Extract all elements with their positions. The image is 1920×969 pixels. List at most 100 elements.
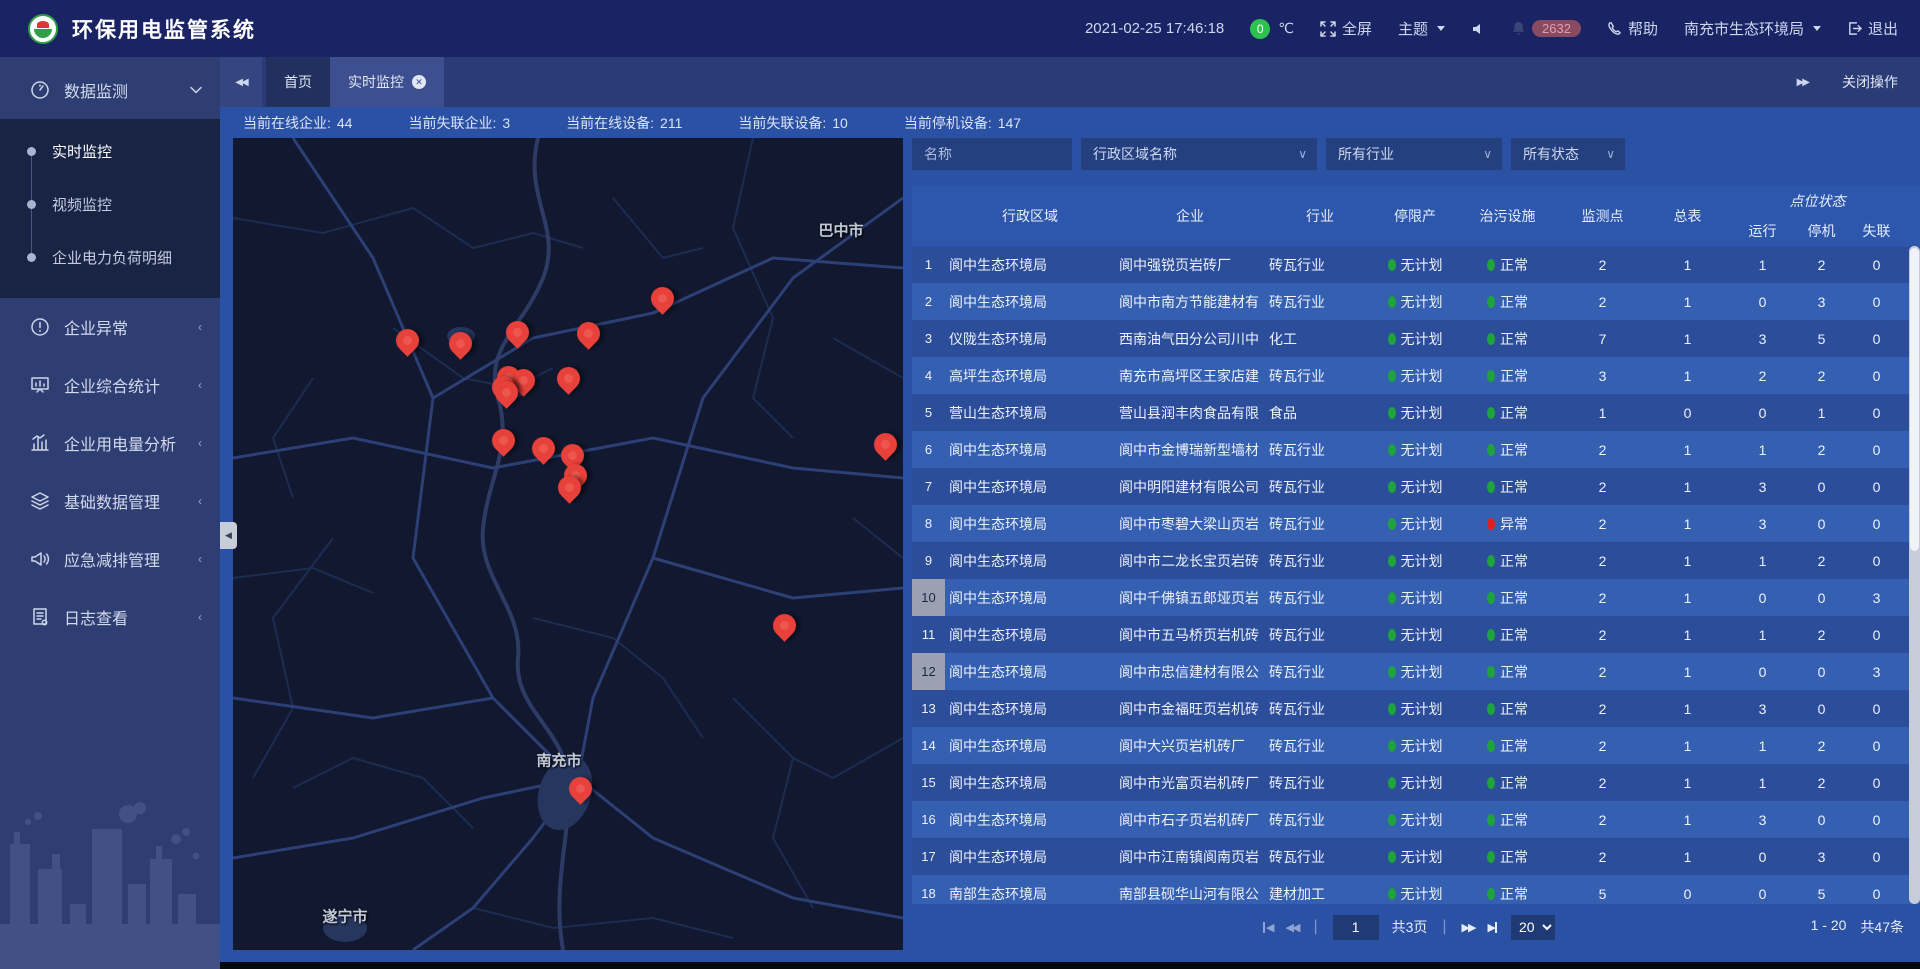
gauge-icon	[30, 80, 50, 100]
facility-status: 异常	[1455, 514, 1560, 534]
stop-status: 无计划	[1375, 847, 1455, 867]
notifications[interactable]: 2632	[1511, 20, 1581, 37]
sidebar-item-power-load-detail[interactable]: 企业电力负荷明细	[0, 231, 220, 284]
sound-button[interactable]	[1471, 22, 1485, 36]
table-row[interactable]: 12阆中生态环境局阆中市忠信建材有限公砖瓦行业无计划正常21003	[912, 653, 1920, 690]
stop-status: 无计划	[1375, 329, 1455, 349]
chevron-left-icon: ‹	[198, 436, 202, 450]
prev-page-button[interactable]: ◀◀	[1286, 921, 1299, 934]
table-row[interactable]: 8阆中生态环境局阆中市枣碧大梁山页岩砖瓦行业无计划异常21300	[912, 505, 1920, 542]
status-dot-icon	[1487, 666, 1495, 678]
total-pages: 共3页	[1392, 917, 1428, 937]
table-row[interactable]: 17阆中生态环境局阆中市江南镇阆南页岩砖瓦行业无计划正常21030	[912, 838, 1920, 875]
row-number: 18	[912, 875, 945, 904]
sidebar-submenu: 实时监控 视频监控 企业电力负荷明细	[0, 119, 220, 298]
stop-status: 无计划	[1375, 736, 1455, 756]
sidebar-item-enterprise-statistics[interactable]: 企业综合统计 ‹	[0, 356, 220, 414]
sidebar-collapse-handle[interactable]: ◀	[220, 522, 237, 549]
table-row[interactable]: 9阆中生态环境局阆中市二龙长宝页岩砖砖瓦行业无计划正常21120	[912, 542, 1920, 579]
facility-status: 正常	[1455, 810, 1560, 830]
table-row[interactable]: 10阆中生态环境局阆中千佛镇五郎垭页岩砖瓦行业无计划正常21003	[912, 579, 1920, 616]
logout-button[interactable]: 退出	[1847, 18, 1898, 39]
col-halt: 停机	[1795, 216, 1848, 246]
status-dot-icon	[1388, 518, 1396, 530]
sidebar-item-log-view[interactable]: 日志查看 ‹	[0, 588, 220, 646]
table-row[interactable]: 4高坪生态环境局南充市高坪区王家店建砖瓦行业无计划正常31220	[912, 357, 1920, 394]
notification-badge: 2632	[1532, 20, 1581, 37]
theme-dropdown[interactable]: 主题	[1398, 18, 1445, 39]
status-dot-icon	[1388, 444, 1396, 456]
region-filter-select[interactable]: 行政区域名称 ∨	[1081, 138, 1317, 170]
next-page-button[interactable]: ▶▶	[1462, 921, 1475, 934]
sidebar-item-enterprise-abnormal[interactable]: 企业异常 ‹	[0, 298, 220, 356]
stop-status: 无计划	[1375, 625, 1455, 645]
name-filter-input[interactable]	[924, 146, 1060, 162]
table-scrollbar[interactable]	[1909, 246, 1920, 904]
table-row[interactable]: 16阆中生态环境局阆中市石子页岩机砖厂砖瓦行业无计划正常21300	[912, 801, 1920, 838]
table-row[interactable]: 5营山生态环境局营山县润丰肉食品有限食品无计划正常10010	[912, 394, 1920, 431]
row-number: 15	[912, 764, 945, 801]
sidebar-item-realtime-monitoring[interactable]: 实时监控	[0, 125, 220, 178]
presentation-chart-icon	[30, 375, 50, 395]
facility-status: 正常	[1455, 551, 1560, 571]
status-dot-icon	[1388, 814, 1396, 826]
stat-item: 当前停机设备:147	[904, 113, 1021, 133]
help-button[interactable]: 帮助	[1607, 18, 1658, 39]
first-page-button[interactable]: ◀	[1262, 921, 1272, 934]
industry-filter-select[interactable]: 所有行业 ∨	[1326, 138, 1502, 170]
user-dropdown[interactable]: 南充市生态环境局	[1684, 18, 1821, 39]
table-row[interactable]: 7阆中生态环境局阆中明阳建材有限公司砖瓦行业无计划正常21300	[912, 468, 1920, 505]
table-row[interactable]: 1阆中生态环境局阆中强锐页岩砖厂砖瓦行业无计划正常21120	[912, 246, 1920, 283]
stop-status: 无计划	[1375, 662, 1455, 682]
tabs-scroll-right-button[interactable]: ▶▶	[1797, 77, 1808, 88]
status-dot-icon	[1487, 740, 1495, 752]
stop-status: 无计划	[1375, 255, 1455, 275]
close-operations-button[interactable]: 关闭操作	[1842, 72, 1898, 92]
sidebar-item-base-data-management[interactable]: 基础数据管理 ‹	[0, 472, 220, 530]
page-size-select[interactable]: 20	[1511, 915, 1555, 940]
facility-status: 正常	[1455, 292, 1560, 312]
sidebar-item-emergency-reduction[interactable]: 应急减排管理 ‹	[0, 530, 220, 588]
status-dot-icon	[1388, 703, 1396, 715]
fullscreen-button[interactable]: 全屏	[1320, 18, 1372, 39]
scrollbar-thumb[interactable]	[1910, 248, 1919, 551]
temperature-unit: ℃	[1278, 20, 1294, 37]
sidebar-item-power-usage-analysis[interactable]: 企业用电量分析 ‹	[0, 414, 220, 472]
status-dot-icon	[1487, 407, 1495, 419]
table-row[interactable]: 15阆中生态环境局阆中市光富页岩机砖厂砖瓦行业无计划正常21120	[912, 764, 1920, 801]
facility-status: 正常	[1455, 847, 1560, 867]
close-tab-icon[interactable]: ✕	[412, 75, 426, 89]
temperature: 0 ℃	[1250, 19, 1294, 39]
table-row[interactable]: 18南部生态环境局南部县砚华山河有限公建材加工无计划正常50050	[912, 875, 1920, 904]
status-dot-icon	[1487, 888, 1495, 900]
col-lost: 失联	[1848, 216, 1905, 246]
last-page-button[interactable]: ▶	[1487, 921, 1497, 934]
status-filter-select[interactable]: 所有状态 ∨	[1511, 138, 1625, 170]
status-dot-icon	[1487, 629, 1495, 641]
temperature-badge: 0	[1250, 19, 1270, 39]
status-dot-icon	[1487, 333, 1495, 345]
table-row[interactable]: 3仪陇生态环境局西南油气田分公司川中化工无计划正常71350	[912, 320, 1920, 357]
tabs-scroll-left-button[interactable]: ◀◀	[220, 57, 262, 107]
facility-status: 正常	[1455, 403, 1560, 423]
row-number: 6	[912, 431, 945, 468]
sidebar-item-video-monitoring[interactable]: 视频监控	[0, 178, 220, 231]
table-row[interactable]: 13阆中生态环境局阆中市金福旺页岩机砖砖瓦行业无计划正常21300	[912, 690, 1920, 727]
col-region: 行政区域	[945, 186, 1115, 246]
skyline-decoration	[0, 784, 220, 969]
status-dot-icon	[1388, 481, 1396, 493]
facility-status: 正常	[1455, 773, 1560, 793]
table-row[interactable]: 2阆中生态环境局阆中市南方节能建材有砖瓦行业无计划正常21030	[912, 283, 1920, 320]
bar-chart-icon	[30, 433, 50, 453]
table-row[interactable]: 11阆中生态环境局阆中市五马桥页岩机砖砖瓦行业无计划正常21120	[912, 616, 1920, 653]
col-points: 监测点	[1560, 186, 1645, 246]
page-number-input[interactable]	[1333, 915, 1379, 940]
map-panel[interactable]: 巴中市南充市遂宁市	[233, 138, 903, 950]
tab-home[interactable]: 首页	[266, 57, 330, 107]
tab-realtime-monitoring[interactable]: 实时监控 ✕	[330, 57, 444, 107]
sidebar-item-data-monitoring[interactable]: 数据监测	[0, 61, 220, 119]
status-dot-icon	[1388, 777, 1396, 789]
name-filter-field[interactable]	[912, 138, 1072, 170]
table-row[interactable]: 14阆中生态环境局阆中大兴页岩机砖厂砖瓦行业无计划正常21120	[912, 727, 1920, 764]
table-row[interactable]: 6阆中生态环境局阆中市金博瑞新型墙材砖瓦行业无计划正常21120	[912, 431, 1920, 468]
